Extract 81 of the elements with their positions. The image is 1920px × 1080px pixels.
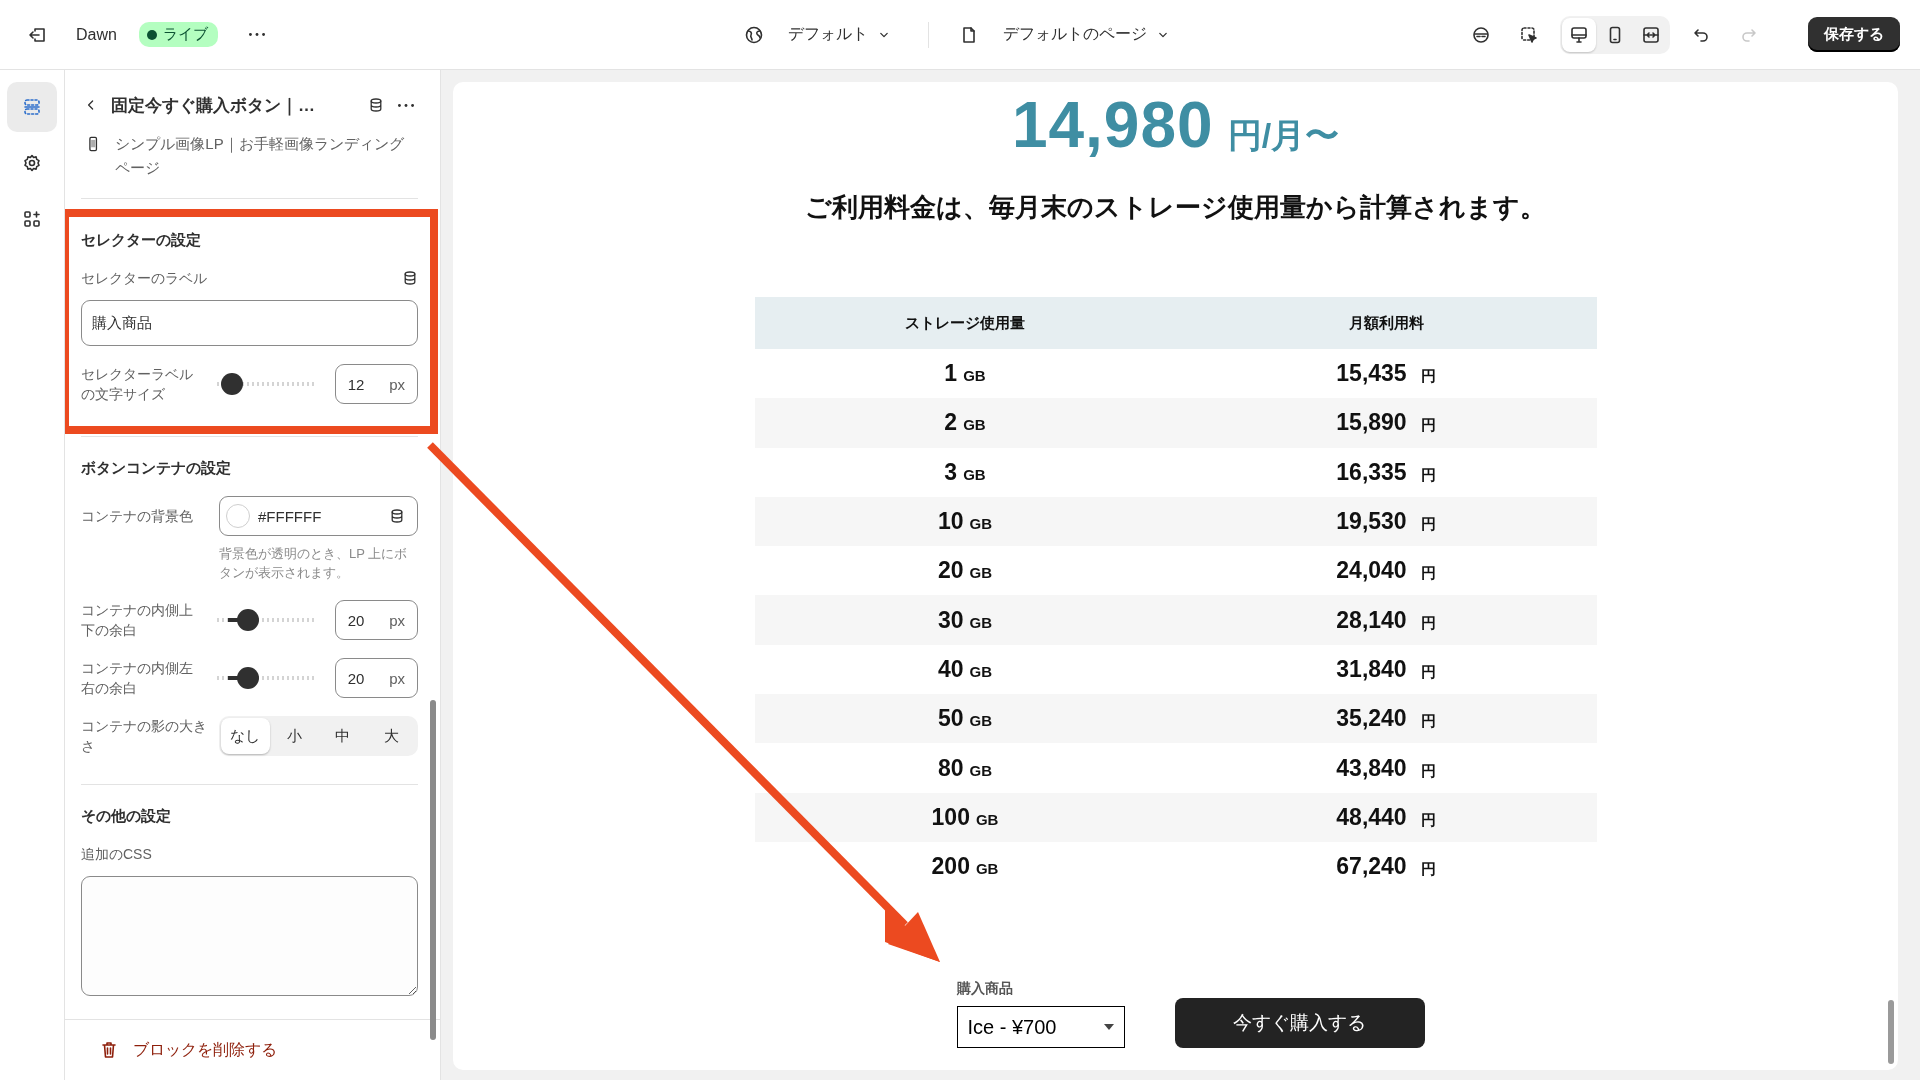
table-cell: 67,240 円 — [1175, 841, 1597, 892]
settings-icon — [22, 153, 42, 173]
table-cell: 50 GB — [754, 694, 1176, 744]
scrollbar[interactable] — [430, 700, 436, 1040]
device-toggle[interactable] — [1562, 17, 1596, 52]
template-name: シンプル画像LP｜お手軽画像ランディングページ — [115, 134, 405, 178]
table-cell: 80 GB — [754, 743, 1176, 793]
number-field[interactable]: 20 px — [334, 658, 418, 698]
table-cell: 100 GB — [754, 792, 1176, 842]
table-cell: 10 GB — [754, 496, 1176, 547]
table-cell: 15,890 円 — [1175, 398, 1597, 448]
dashed-selection-cursor-icon — [1519, 24, 1539, 45]
database-icon — [368, 97, 384, 113]
page-dropdown[interactable]: デフォルトのページ — [996, 20, 1177, 49]
save-button[interactable]: 保存する — [1808, 17, 1900, 52]
table-cell: 15,435 円 — [1175, 349, 1597, 399]
color-swatch[interactable] — [226, 504, 250, 528]
table-cell: 35,240 円 — [1175, 694, 1597, 744]
setting-label: セレクターのラベル — [81, 269, 207, 288]
table-cell: 28,140 円 — [1175, 595, 1597, 645]
pricing-headline: ご利用料金は、毎月末のストレージ使用量から計算されます。 — [805, 191, 1546, 224]
status-badge: ライブ — [138, 22, 218, 47]
setting-label: セレクターラベルの文字サイズ — [81, 365, 194, 404]
table-cell: 20 GB — [754, 546, 1176, 596]
table-cell: 48,440 円 — [1175, 792, 1597, 842]
price-amount: 14,980 — [1011, 88, 1214, 162]
panel-title: 固定今すぐ購入ボタン｜… — [111, 94, 316, 117]
status-dot — [146, 29, 157, 40]
table-cell: 3 GB — [754, 447, 1176, 497]
segment-option[interactable]: なし — [221, 718, 270, 754]
globe-icon — [743, 24, 764, 45]
table-cell: 31,840 円 — [1175, 644, 1597, 695]
segment-option[interactable]: 中 — [318, 718, 368, 754]
css-input-field[interactable] — [81, 876, 418, 996]
selector-label: 購入商品 — [956, 980, 1014, 998]
slider-thumb[interactable] — [236, 667, 259, 689]
table-cell: 19,530 円 — [1175, 496, 1597, 547]
buy-now-button[interactable]: 今すぐ購入する — [1174, 998, 1425, 1048]
desktop-icon — [1569, 24, 1589, 45]
segment-option[interactable]: 大 — [367, 718, 416, 754]
more-icon — [398, 103, 414, 107]
slider-thumb[interactable] — [221, 373, 244, 395]
database-icon — [389, 508, 405, 524]
setting-label: コンテナの影の大きさ — [81, 717, 208, 756]
apps-icon — [22, 209, 42, 229]
setting-label: コンテナの内側左右の余白 — [81, 659, 194, 698]
more-icon — [248, 33, 265, 36]
section-heading: セレクターの設定 — [81, 231, 202, 250]
table-cell: 30 GB — [754, 595, 1176, 645]
setting-label: コンテナの背景色 — [81, 507, 194, 526]
table-cell: 16,335 円 — [1175, 447, 1597, 497]
section-heading: その他の設定 — [81, 807, 172, 826]
segment-option[interactable]: 小 — [269, 718, 319, 754]
table-cell: 43,840 円 — [1175, 743, 1597, 793]
price-unit: 円/月〜 — [1227, 115, 1340, 156]
table-cell: 1 GB — [754, 349, 1176, 399]
trash-icon — [99, 1040, 119, 1060]
column-header: 月額利用料 — [1175, 297, 1597, 349]
color-field[interactable]: #FFFFFF — [219, 496, 418, 536]
template-dropdown[interactable]: デフォルト — [781, 20, 898, 49]
setting-label: 追加のCSS — [81, 845, 152, 864]
text-field[interactable]: 購入商品 — [81, 300, 418, 346]
dropdown-triangle-icon — [1103, 1024, 1114, 1030]
theme-name: Dawn — [76, 25, 117, 44]
hint-text: 背景色が透明のとき、LP 上にボタンが表示されます。 — [219, 545, 409, 582]
product-select[interactable]: Ice - ¥700 — [956, 1006, 1125, 1048]
table-cell: 40 GB — [754, 644, 1176, 695]
scrollbar[interactable] — [1888, 1000, 1894, 1064]
sections-icon — [22, 97, 42, 117]
section-heading: ボタンコンテナの設定 — [81, 459, 232, 478]
table-cell: 24,040 円 — [1175, 546, 1597, 596]
database-icon — [402, 270, 418, 286]
delete-block-button[interactable]: ブロックを削除する — [93, 1038, 283, 1062]
column-header: ストレージ使用量 — [754, 297, 1176, 349]
slider-thumb[interactable] — [236, 609, 259, 631]
number-field[interactable]: 20 px — [334, 600, 418, 640]
table-cell: 200 GB — [754, 841, 1176, 892]
setting-label: コンテナの内側上下の余白 — [81, 601, 194, 640]
expand-width-icon — [1641, 24, 1661, 45]
table-cell: 2 GB — [754, 398, 1176, 448]
number-field[interactable]: 12 px — [334, 364, 418, 404]
